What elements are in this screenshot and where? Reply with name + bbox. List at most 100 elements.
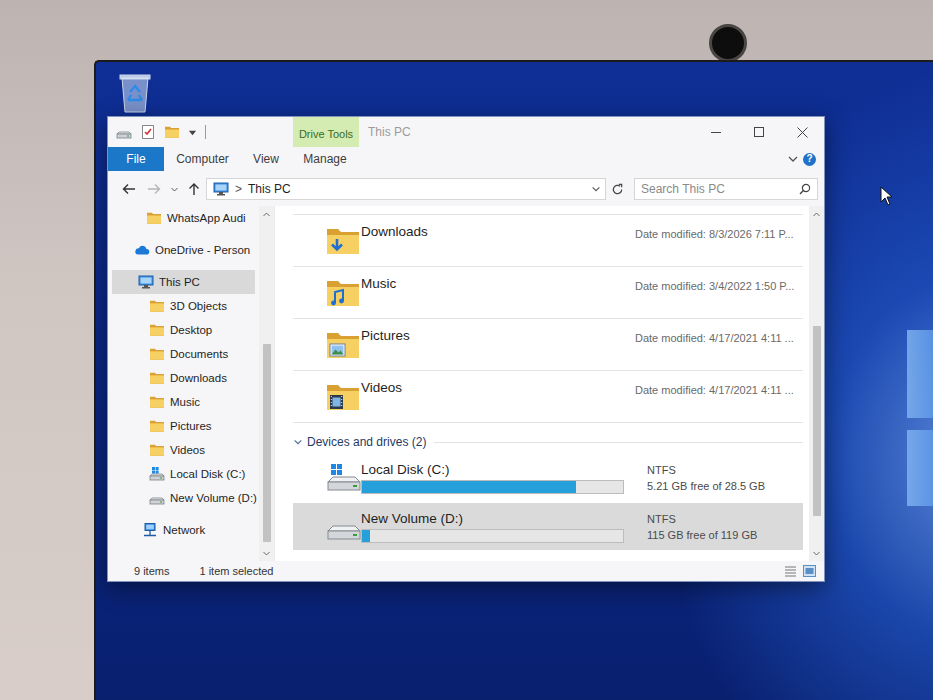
refresh-icon (611, 183, 624, 196)
sidebar-item[interactable]: Videos (112, 438, 255, 462)
system-drive-icon (149, 466, 165, 482)
details-view-icon[interactable] (784, 565, 797, 577)
folder-icon (149, 394, 165, 410)
ribbon-tab-kind: Manage (303, 152, 346, 166)
group-chevron-icon[interactable] (293, 437, 303, 447)
folder-name: Pictures (361, 319, 635, 370)
scroll-thumb[interactable] (813, 326, 821, 516)
folder-icon (149, 322, 165, 338)
ribbon-tab-label: Manage (303, 152, 346, 166)
minimize-button[interactable] (695, 117, 738, 147)
explorer-body: WhatsApp Audi OneDrive - Person This PC 3D … (108, 206, 824, 561)
folder-row[interactable]: VideosDate modified: 4/17/2021 4:11 ... (293, 371, 803, 423)
group-header[interactable]: Devices and drives (2) (293, 432, 803, 452)
sidebar-label: 3D Objects (170, 300, 227, 312)
wallpaper-light (907, 430, 933, 506)
drive-row[interactable]: New Volume (D:)NTFS115 GB free of 119 GB (293, 503, 803, 550)
folder-row[interactable]: MusicDate modified: 3/4/2022 1:50 P... (293, 267, 803, 319)
back-button[interactable] (116, 177, 142, 201)
sidebar-label: Network (163, 524, 205, 536)
folder-name: Downloads (361, 215, 635, 266)
sidebar-item[interactable]: Pictures (112, 414, 255, 438)
sidebar-item[interactable]: Music (112, 390, 255, 414)
drive-usage-fill (362, 530, 370, 542)
customize-dropdown-icon[interactable] (188, 128, 197, 137)
ribbon-tab-label: File (126, 152, 145, 166)
scroll-up-button[interactable] (812, 206, 821, 222)
ribbon-tab[interactable]: Manage (291, 147, 359, 171)
ribbon-tab[interactable]: File (108, 147, 164, 171)
ribbon-tab[interactable]: Computer (164, 147, 241, 171)
search-box[interactable] (634, 178, 818, 200)
drive-info: New Volume (D:) (361, 507, 635, 547)
navigation-list: WhatsApp Audi OneDrive - Person This PC 3D … (108, 206, 259, 561)
folder-row[interactable]: PicturesDate modified: 4/17/2021 4:11 ..… (293, 319, 803, 371)
up-arrow-icon (186, 181, 202, 197)
navigation-scrollbar[interactable] (259, 206, 274, 561)
wallpaper-light (907, 330, 933, 418)
drive-icon (325, 512, 363, 542)
system-drive-icon (325, 463, 363, 493)
drive-row[interactable]: Local Disk (C:)NTFS5.21 GB free of 28.5 … (293, 454, 803, 501)
scroll-down-button[interactable] (262, 545, 271, 561)
search-input[interactable] (641, 182, 799, 196)
sidebar-label: WhatsApp Audi (167, 212, 246, 224)
file-explorer-window[interactable]: Drive ToolsThis PC File ComputerView Manage… (107, 116, 825, 582)
address-dropdown-icon[interactable] (591, 184, 601, 194)
scroll-down-button[interactable] (812, 545, 821, 561)
drive-free-space: 5.21 GB free of 28.5 GB (647, 480, 803, 492)
properties-icon[interactable] (140, 124, 156, 140)
ribbon-tab[interactable]: View (241, 147, 291, 171)
ribbon-tabs: File ComputerView Manage? (108, 147, 824, 171)
sidebar-item[interactable]: Local Disk (C:) (112, 462, 255, 486)
close-button[interactable] (781, 117, 824, 147)
sidebar-item[interactable]: This PC (112, 270, 255, 294)
drive-icon[interactable] (116, 124, 132, 140)
scroll-track[interactable] (259, 222, 274, 545)
scroll-up-button[interactable] (262, 206, 271, 222)
address-bar[interactable]: > This PC (206, 178, 606, 200)
sidebar-label: New Volume (D:) (170, 492, 257, 504)
minimize-icon (711, 127, 722, 138)
mouse-cursor-icon (880, 186, 894, 206)
tiles-view-icon[interactable] (803, 565, 816, 577)
ribbon-tab-kind: File (126, 152, 145, 166)
sidebar-item[interactable]: Desktop (112, 318, 255, 342)
title-bar: Drive ToolsThis PC (108, 117, 824, 147)
desktop: Drive ToolsThis PC File ComputerView Manage… (94, 60, 933, 700)
cloud-icon (134, 242, 150, 258)
navigation-pane: WhatsApp Audi OneDrive - Person This PC 3D … (108, 206, 274, 561)
sidebar-item[interactable]: OneDrive - Person (112, 238, 255, 262)
recycle-bin-icon[interactable] (116, 70, 154, 114)
drive-usage-bar (361, 480, 624, 494)
content-scrollbar[interactable] (809, 206, 824, 561)
sidebar-label: This PC (159, 276, 200, 288)
forward-arrow-icon (146, 181, 162, 197)
sidebar-item[interactable]: 3D Objects (112, 294, 255, 318)
sidebar-item[interactable]: Network (112, 518, 255, 542)
refresh-button[interactable] (606, 177, 628, 201)
recent-locations-button[interactable] (166, 177, 182, 201)
scroll-thumb[interactable] (263, 344, 271, 542)
folder-date: Date modified: 4/17/2021 4:11 ... (635, 371, 803, 422)
drive-usage-fill (362, 481, 576, 493)
address-row: > This PC (108, 175, 824, 203)
sidebar-item[interactable]: WhatsApp Audi (112, 206, 255, 230)
sidebar-label: Videos (170, 444, 205, 456)
sidebar-item[interactable]: New Volume (D:) (112, 486, 255, 510)
sidebar-item[interactable]: Documents (112, 342, 255, 366)
maximize-button[interactable] (738, 117, 781, 147)
breadcrumb[interactable]: This PC (248, 182, 291, 196)
scroll-down-icon (262, 549, 271, 558)
scroll-track[interactable] (809, 222, 824, 545)
breadcrumb-separator[interactable]: > (235, 182, 242, 196)
folder-icon (149, 418, 165, 434)
folder-row[interactable]: DownloadsDate modified: 8/3/2026 7:11 P.… (293, 214, 803, 267)
new-folder-icon[interactable] (164, 125, 180, 139)
up-button[interactable] (182, 177, 206, 201)
sidebar-item[interactable]: Downloads (112, 366, 255, 390)
computer-icon (138, 274, 154, 290)
help-button[interactable]: ? (803, 153, 816, 166)
webcam (709, 24, 747, 62)
expand-ribbon-icon[interactable] (787, 153, 799, 165)
